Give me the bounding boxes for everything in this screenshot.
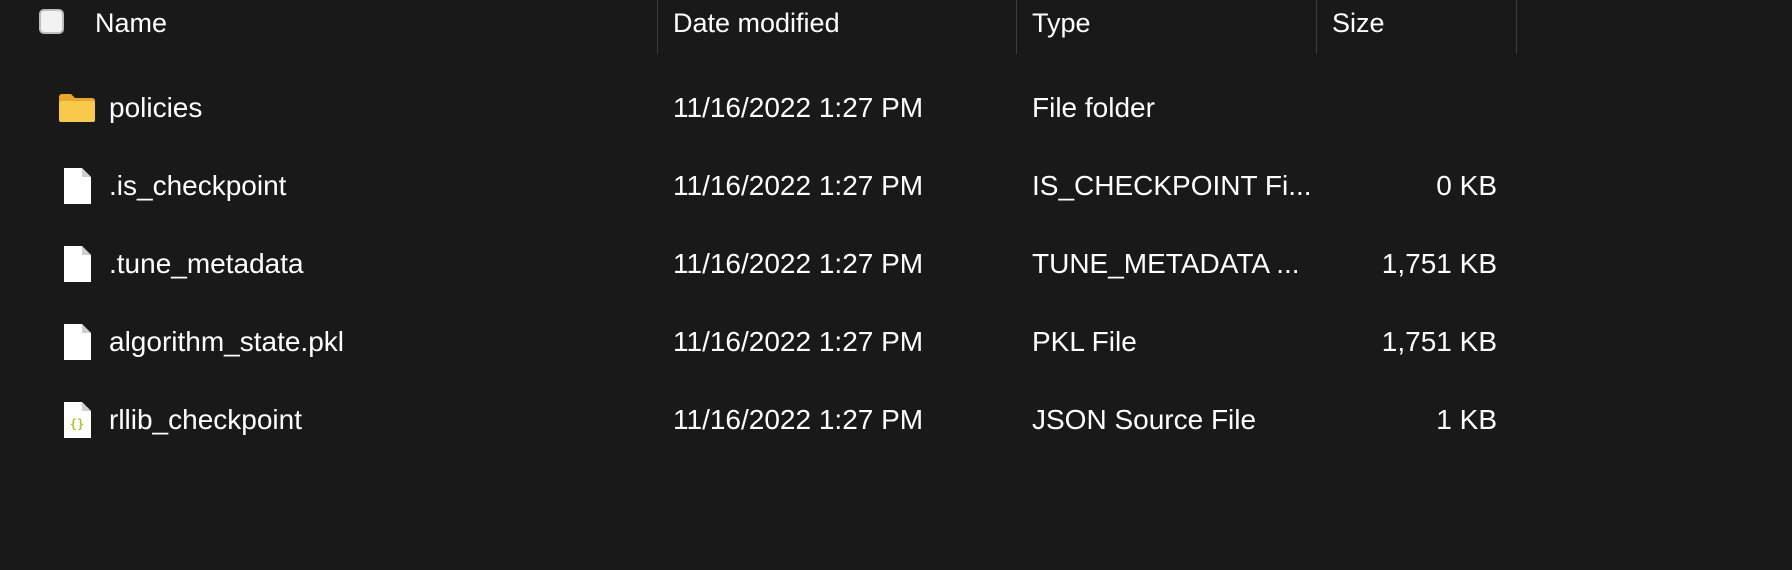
column-header-row: Name Date modified Type Size [0, 0, 1518, 54]
file-size [1330, 69, 1497, 147]
file-name: algorithm_state.pkl [109, 326, 345, 357]
select-all-checkbox[interactable] [39, 9, 64, 34]
file-icon [58, 147, 96, 225]
column-header-size[interactable]: Size [1332, 0, 1385, 47]
column-header-name[interactable]: Name [95, 0, 167, 47]
file-size: 1 KB [1436, 404, 1497, 435]
file-size: 1,751 KB [1381, 248, 1497, 279]
column-header-date-label: Date modified [673, 8, 840, 38]
svg-text:{}: {} [70, 417, 84, 431]
file-row-rllib-checkpoint[interactable]: {} rllib_checkpoint 11/16/2022 1:27 PM J… [0, 381, 1518, 459]
file-row-algorithm-state[interactable]: algorithm_state.pkl 11/16/2022 1:27 PM P… [0, 303, 1518, 381]
file-date-modified: 11/16/2022 1:27 PM [673, 248, 924, 279]
column-divider-name[interactable] [657, 0, 658, 54]
file-name: .is_checkpoint [109, 170, 287, 201]
column-header-name-label: Name [95, 8, 168, 38]
file-type: PKL File [1032, 326, 1137, 357]
file-list: policies 11/16/2022 1:27 PM File folder … [0, 69, 1518, 459]
column-divider-date[interactable] [1016, 0, 1017, 54]
file-date-modified: 11/16/2022 1:27 PM [673, 170, 924, 201]
file-row-tune-metadata[interactable]: .tune_metadata 11/16/2022 1:27 PM TUNE_M… [0, 225, 1518, 303]
column-header-size-label: Size [1332, 8, 1385, 38]
file-type: IS_CHECKPOINT Fi... [1032, 170, 1312, 201]
file-type: File folder [1032, 92, 1155, 123]
file-type: TUNE_METADATA ... [1032, 248, 1300, 279]
column-header-type-label: Type [1032, 8, 1091, 38]
folder-icon [58, 69, 96, 147]
file-explorer-details-view: Name Date modified Type Size policies 11… [0, 0, 1792, 570]
file-size: 0 KB [1436, 170, 1497, 201]
file-row-policies[interactable]: policies 11/16/2022 1:27 PM File folder [0, 69, 1518, 147]
file-type: JSON Source File [1032, 404, 1257, 435]
file-name: rllib_checkpoint [109, 404, 302, 435]
file-date-modified: 11/16/2022 1:27 PM [673, 326, 924, 357]
column-header-date-modified[interactable]: Date modified [673, 0, 840, 47]
column-divider-size[interactable] [1516, 0, 1517, 54]
file-icon [58, 225, 96, 303]
file-icon [58, 303, 96, 381]
file-date-modified: 11/16/2022 1:27 PM [673, 92, 924, 123]
json-file-icon: {} [58, 381, 96, 459]
file-name: .tune_metadata [109, 248, 304, 279]
file-row-is-checkpoint[interactable]: .is_checkpoint 11/16/2022 1:27 PM IS_CHE… [0, 147, 1518, 225]
file-date-modified: 11/16/2022 1:27 PM [673, 404, 924, 435]
column-divider-type[interactable] [1316, 0, 1317, 54]
file-name: policies [109, 92, 203, 123]
column-header-type[interactable]: Type [1032, 0, 1091, 47]
file-size: 1,751 KB [1381, 326, 1497, 357]
